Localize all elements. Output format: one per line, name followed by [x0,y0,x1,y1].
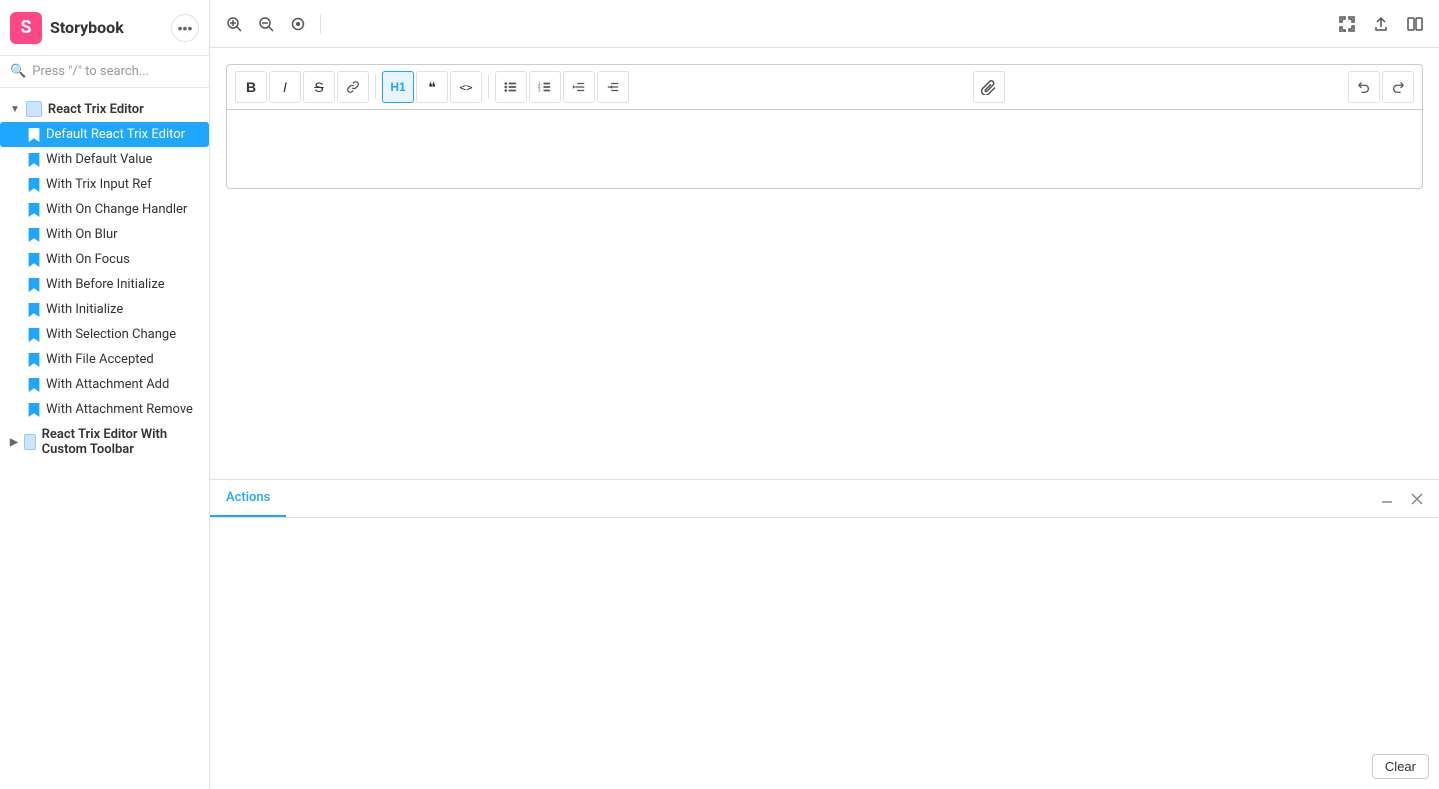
sidebar-nav: ▼ React Trix Editor Default React Trix E… [0,88,209,789]
editor-wrapper: B I S H1 ❝ <> 1.2.3. [210,48,1439,479]
group-icon-custom-toolbar [24,434,36,450]
bookmark-icon-default-value [28,153,40,167]
undo-button[interactable] [1348,71,1380,103]
nav-item-with-selection-change[interactable]: With Selection Change [0,322,209,347]
nav-item-with-default-value[interactable]: With Default Value [0,147,209,172]
bold-button[interactable]: B [235,71,267,103]
panel-tabs: Actions [210,480,286,517]
heading-button[interactable]: H1 [382,71,414,103]
nav-label-with-file-accepted: With File Accepted [46,352,154,367]
bookmark-icon-default [28,128,40,142]
nav-label-with-initialize: With Initialize [46,302,123,317]
panel-content: Clear [210,518,1439,789]
group-header-custom-toolbar[interactable]: ▶ React Trix Editor With Custom Toolbar [0,422,209,462]
group-arrow-down: ▼ [10,104,20,115]
nav-item-with-attachment-add[interactable]: With Attachment Add [0,372,209,397]
indent-decrease-button[interactable] [563,71,595,103]
bullet-list-button[interactable] [495,71,527,103]
bookmark-icon-on-focus [28,253,40,267]
trix-toolbar: B I S H1 ❝ <> 1.2.3. [226,64,1423,109]
strikethrough-button[interactable]: S [303,71,335,103]
editor-area: B I S H1 ❝ <> 1.2.3. [210,48,1439,789]
sidebar-header: S Storybook ••• [0,0,209,56]
storybook-logo-icon: S [10,12,42,44]
nav-label-with-selection-change: With Selection Change [46,327,176,342]
zoom-divider [320,14,321,34]
topbar-right-actions [1333,10,1429,38]
sidebar-menu-button[interactable]: ••• [171,14,199,42]
nav-item-with-on-focus[interactable]: With On Focus [0,247,209,272]
nav-item-with-before-initialize[interactable]: With Before Initialize [0,272,209,297]
group-arrow-right: ▶ [10,437,18,448]
tab-actions[interactable]: Actions [210,480,286,517]
redo-button[interactable] [1382,71,1414,103]
bookmark-icon-on-blur [28,228,40,242]
fullscreen-button[interactable] [1333,10,1361,38]
nav-label-with-on-focus: With On Focus [46,252,130,267]
toolbar-group-formatting: B I S H1 ❝ <> 1.2.3. [235,71,629,103]
group-header-react-trix-editor[interactable]: ▼ React Trix Editor [0,96,209,122]
nav-label-with-default-value: With Default Value [46,152,152,167]
zoom-reset-button[interactable] [284,10,312,38]
bookmark-icon-selection-change [28,328,40,342]
clear-button[interactable]: Clear [1372,754,1429,779]
sidebar: S Storybook ••• 🔍 Press "/" to search...… [0,0,210,789]
indent-increase-button[interactable] [597,71,629,103]
bookmark-icon-attachment-remove [28,403,40,417]
nav-label-with-trix-input-ref: With Trix Input Ref [46,177,152,192]
code-button[interactable]: <> [450,71,482,103]
bookmark-icon-before-initialize [28,278,40,292]
nav-label-with-attachment-remove: With Attachment Remove [46,402,193,417]
panel-minimize-button[interactable] [1375,487,1399,511]
search-placeholder-text: Press "/" to search... [32,64,149,79]
panel-actions [1365,487,1439,511]
toolbar-sep-1 [375,75,376,99]
nav-label-with-before-initialize: With Before Initialize [46,277,165,292]
storybook-logo-text: Storybook [50,18,124,37]
nav-item-with-trix-input-ref[interactable]: With Trix Input Ref [0,172,209,197]
group-label-react-trix-editor: React Trix Editor [48,102,144,117]
svg-text:3.: 3. [538,87,542,92]
topbar [210,0,1439,48]
search-bar[interactable]: 🔍 Press "/" to search... [0,56,209,88]
bottom-panel-header: Actions [210,480,1439,518]
link-button[interactable] [337,71,369,103]
nav-label-with-attachment-add: With Attachment Add [46,377,169,392]
zoom-controls [220,10,325,38]
trix-editor[interactable] [226,109,1423,189]
search-icon: 🔍 [10,64,26,79]
main-content: B I S H1 ❝ <> 1.2.3. [210,0,1439,789]
nav-label-with-on-blur: With On Blur [46,227,118,242]
bookmark-icon-initialize [28,303,40,317]
nav-item-with-file-accepted[interactable]: With File Accepted [0,347,209,372]
nav-item-with-on-blur[interactable]: With On Blur [0,222,209,247]
toolbar-sep-2 [488,75,489,99]
nav-item-with-attachment-remove[interactable]: With Attachment Remove [0,397,209,422]
zoom-in-button[interactable] [220,10,248,38]
bookmark-icon-on-change [28,203,40,217]
nav-item-with-initialize[interactable]: With Initialize [0,297,209,322]
nav-label-with-on-change-handler: With On Change Handler [46,202,187,217]
toolbar-group-attach [973,71,1005,103]
quote-button[interactable]: ❝ [416,71,448,103]
toolbar-group-history [1348,71,1414,103]
zoom-out-button[interactable] [252,10,280,38]
group-icon-react-trix-editor [26,101,42,117]
nav-label-default-react-trix-editor: Default React Trix Editor [46,127,185,142]
bookmark-icon-trix-input-ref [28,178,40,192]
nav-item-default-react-trix-editor[interactable]: Default React Trix Editor [0,122,209,147]
ordered-list-button[interactable]: 1.2.3. [529,71,561,103]
nav-item-with-on-change-handler[interactable]: With On Change Handler [0,197,209,222]
bottom-panel: Actions Clear [210,479,1439,789]
logo-area: S Storybook [10,12,124,44]
bookmark-icon-attachment-add [28,378,40,392]
bookmark-icon-file-accepted [28,353,40,367]
share-button[interactable] [1367,10,1395,38]
split-view-button[interactable] [1401,10,1429,38]
panel-close-button[interactable] [1405,487,1429,511]
italic-button[interactable]: I [269,71,301,103]
attach-file-button[interactable] [973,71,1005,103]
group-label-custom-toolbar: React Trix Editor With Custom Toolbar [42,427,199,457]
